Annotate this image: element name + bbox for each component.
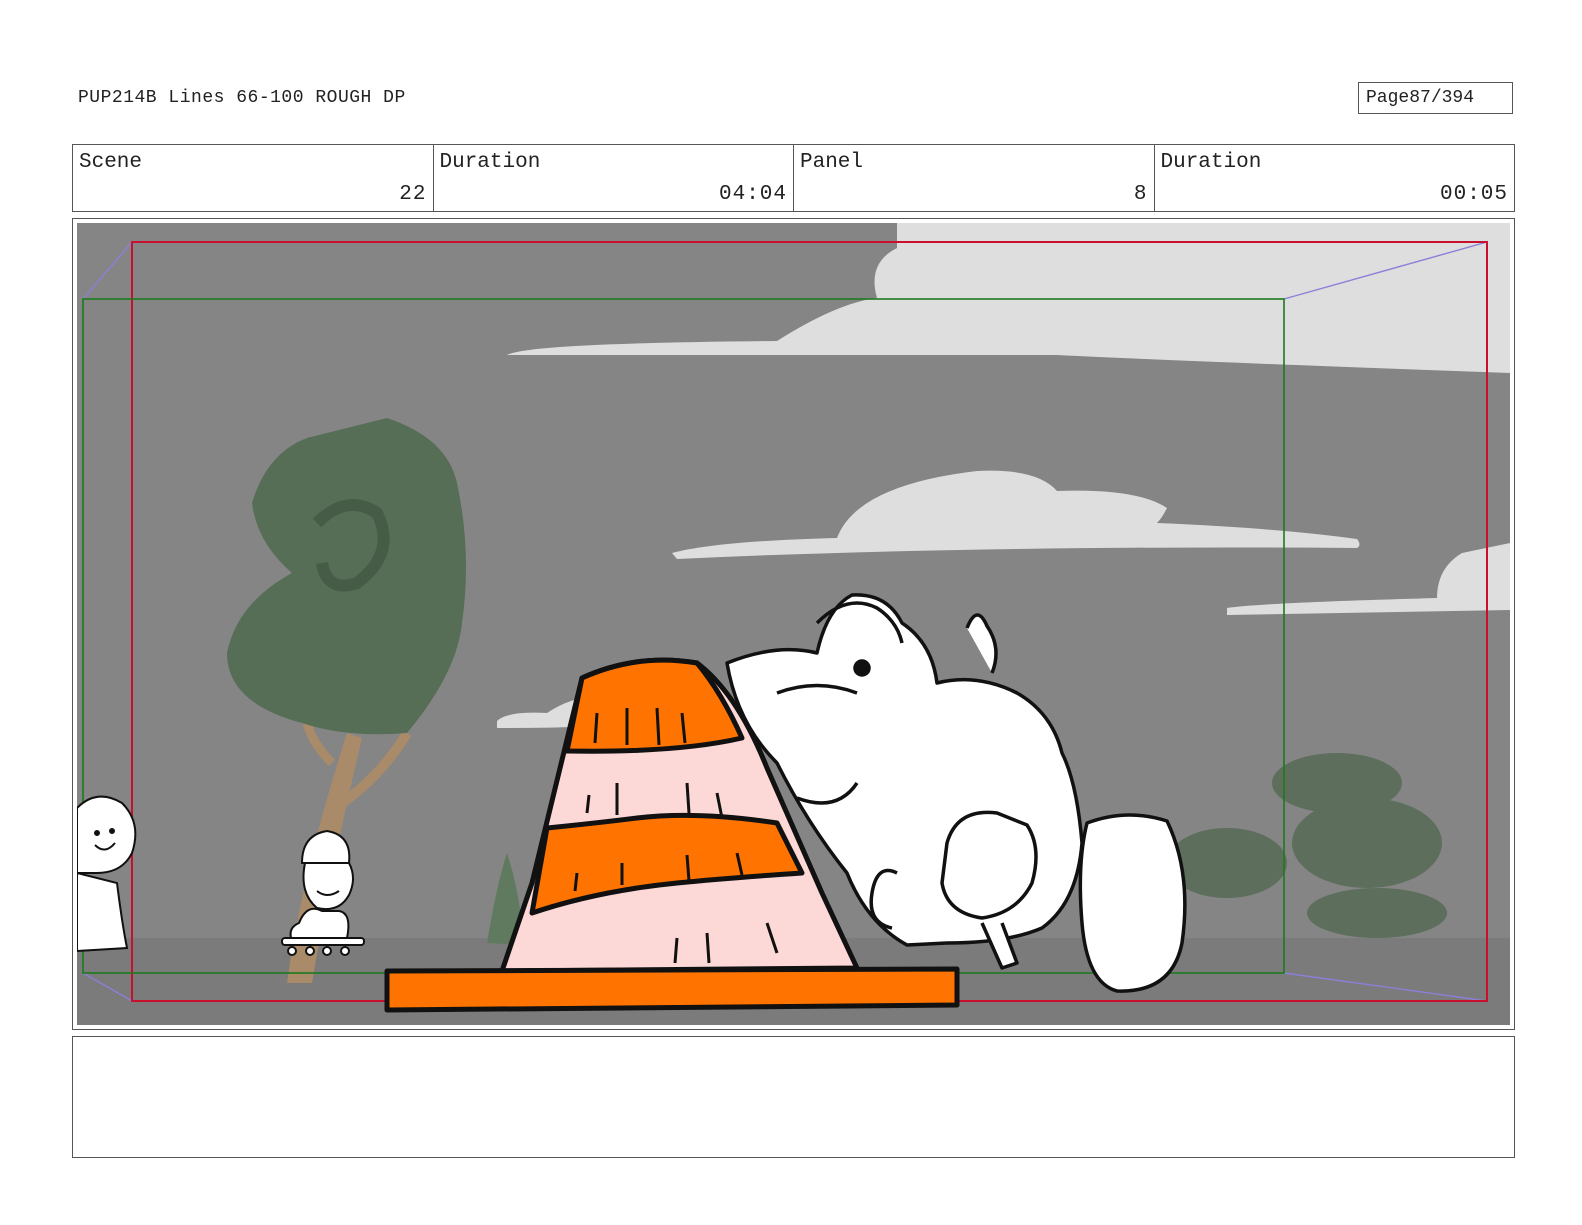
scene-label: Scene xyxy=(79,151,143,174)
panel-label: Panel xyxy=(800,151,864,174)
page-label: Page xyxy=(1366,88,1410,108)
panel-duration-label: Duration xyxy=(1160,151,1262,174)
scene-duration-cell: Duration 04:04 xyxy=(434,145,794,211)
scene-cell: Scene 22 xyxy=(73,145,434,211)
scene-value: 22 xyxy=(399,183,427,206)
scene-info-row: Scene 22 Duration 04:04 Panel 8 Duration… xyxy=(72,144,1515,212)
storyboard-panel-frame xyxy=(72,218,1515,1030)
panel-duration-value: 00:05 xyxy=(1439,183,1508,206)
scene-duration-label: Duration xyxy=(439,151,541,174)
page-number: 87/394 xyxy=(1409,88,1475,108)
panel-value: 8 xyxy=(1133,183,1148,206)
storyboard-panel-drawing xyxy=(77,223,1510,1025)
page-indicator: Page 87/394 xyxy=(1358,82,1513,114)
panel-cell: Panel 8 xyxy=(794,145,1155,211)
panel-duration-cell: Duration 00:05 xyxy=(1155,145,1515,211)
doc-title: PUP214B Lines 66-100 ROUGH DP xyxy=(78,88,406,108)
scene-duration-value: 04:04 xyxy=(718,183,787,206)
notes-box xyxy=(72,1036,1515,1158)
